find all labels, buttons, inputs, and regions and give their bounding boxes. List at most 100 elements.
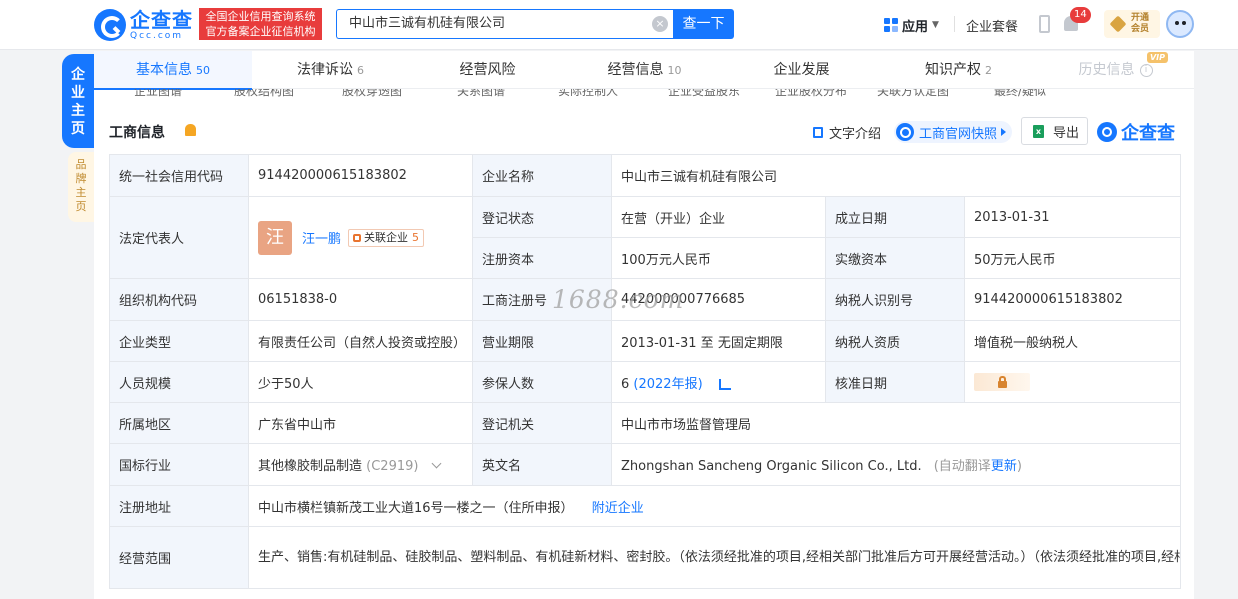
table-row: 国标行业 其他橡胶制品制造 (C2919) 英文名 Zhongshan Sanc… — [109, 443, 1182, 486]
status-label: 登记状态 — [472, 196, 612, 238]
vip-membership-button[interactable]: 开通 会员 — [1104, 10, 1160, 38]
tab-ip[interactable]: 知识产权 2 — [880, 51, 1037, 89]
tab-history[interactable]: VIP 历史信息 i — [1037, 51, 1194, 89]
user-avatar[interactable] — [1166, 10, 1194, 38]
chart-icon[interactable] — [718, 378, 731, 390]
subnav-item[interactable]: 关联方认定图 — [877, 89, 949, 97]
excel-icon: x — [1033, 124, 1044, 138]
subnav-item[interactable]: 最终/疑似 — [994, 89, 1046, 97]
status-value: 在营（开业）企业 — [611, 196, 826, 238]
reg-capital-value: 100万元人民币 — [611, 237, 826, 279]
chevron-down-icon[interactable] — [431, 458, 442, 469]
logo-domain: Qcc.com — [130, 30, 184, 41]
tab-development[interactable]: 企业发展 — [723, 51, 880, 89]
uscc-value: 914420000615183802 — [248, 154, 473, 197]
official-tagline: 全国企业信用查询系统 官方备案企业征信机构 — [199, 8, 322, 40]
subnav-item[interactable]: 企业股权分布 — [775, 89, 847, 97]
industry-code: (C2919) — [366, 459, 419, 474]
table-row: 所属地区 广东省中山市 登记机关 中山市市场监督管理局 — [109, 402, 1182, 444]
qcc-logo[interactable]: 企查查 Qcc.com — [94, 8, 193, 42]
graph-subnav: 企业图谱 股权结构图 股权穿透图 关系图谱 实际控制人 企业受益股东 企业股权分… — [94, 89, 1194, 97]
search-button[interactable]: 查一下 — [673, 9, 734, 39]
top-header: 企查查 Qcc.com 全国企业信用查询系统 官方备案企业征信机构 中山市三诚有… — [0, 0, 1238, 50]
reg-capital-label: 注册资本 — [472, 237, 612, 279]
export-button[interactable]: x 导出 — [1021, 117, 1088, 145]
uscc-label: 统一社会信用代码 — [109, 154, 249, 197]
company-name-label: 企业名称 — [472, 154, 612, 197]
insured-value: 6 — [621, 376, 630, 392]
translate-update-link[interactable]: 更新 — [991, 459, 1017, 474]
brand-home-tab[interactable]: 品牌主页 — [68, 152, 94, 222]
business-term-value: 2013-01-31 至 无固定期限 — [611, 320, 826, 362]
legal-rep-cell: 汪 汪一鹏 关联企业 5 — [248, 196, 473, 279]
logo-name: 企查查 — [130, 7, 193, 32]
caret-down-icon: ▼ — [932, 20, 939, 30]
insured-cell: 6 (2022年报) — [611, 361, 826, 403]
search-input-value: 中山市三诚有机硅有限公司 — [349, 16, 506, 31]
table-row: 人员规模 少于50人 参保人数 6 (2022年报) 核准日期 — [109, 361, 1182, 403]
industry-cell[interactable]: 其他橡胶制品制造 (C2919) — [248, 443, 473, 486]
subnav-item[interactable]: 企业图谱 — [134, 89, 182, 97]
company-home-tab-label: 企业主页 — [71, 67, 85, 137]
vip-locked-value[interactable] — [974, 373, 1030, 391]
link-icon — [353, 233, 362, 242]
lock-icon — [997, 375, 1007, 388]
search-input[interactable]: 中山市三诚有机硅有限公司 × — [336, 9, 674, 39]
subnav-item[interactable]: 企业受益股东 — [668, 89, 740, 97]
industry-value: 其他橡胶制品制造 — [258, 459, 363, 474]
table-row: 法定代表人 汪 汪一鹏 关联企业 5 登记状态 在营（开业）企业 成立日期 201… — [109, 196, 1182, 279]
subnav-item[interactable]: 股权结构图 — [234, 89, 294, 97]
paid-capital-label: 实缴资本 — [825, 237, 965, 279]
clear-icon[interactable]: × — [652, 16, 668, 32]
related-companies-tag[interactable]: 关联企业 5 — [348, 228, 425, 247]
watermark: 1688.com — [552, 285, 685, 314]
vip-badge: VIP — [1146, 52, 1168, 63]
founded-value: 2013-01-31 — [963, 196, 1182, 238]
company-name-value: 中山市三诚有机硅有限公司 — [610, 154, 1182, 197]
english-name-label: 英文名 — [472, 443, 612, 486]
tab-operation-risk[interactable]: 经营风险 — [409, 51, 566, 89]
staff-size-value: 少于50人 — [248, 361, 473, 403]
subnav-item[interactable]: 股权穿透图 — [342, 89, 402, 97]
insured-year-link[interactable]: (2022年报) — [633, 377, 702, 392]
english-name-value: Zhongshan Sancheng Organic Silicon Co., … — [621, 459, 922, 474]
subnav-item[interactable]: 实际控制人 — [558, 89, 618, 97]
mobile-phone-icon[interactable] — [1039, 15, 1050, 33]
section-title: 工商信息 — [109, 125, 165, 141]
business-term-label: 营业期限 — [472, 320, 612, 362]
company-home-tab[interactable]: 企业主页 — [62, 54, 94, 148]
qcc-brand-mark: 企查查 — [1097, 119, 1175, 145]
org-code-label: 组织机构代码 — [109, 278, 249, 321]
subnav-item[interactable]: 关系图谱 — [457, 89, 505, 97]
paid-capital-value: 50万元人民币 — [963, 237, 1182, 279]
official-snapshot-button[interactable]: 工商官网快照 — [894, 121, 1013, 143]
insured-label: 参保人数 — [472, 361, 612, 403]
authority-label: 登记机关 — [472, 402, 612, 444]
nearby-companies-link[interactable]: 附近企业 — [592, 501, 644, 516]
text-intro-button[interactable]: 文字介绍 — [813, 123, 881, 142]
subscribe-bell-icon[interactable] — [185, 124, 196, 136]
approval-date-label: 核准日期 — [825, 361, 965, 403]
english-name-cell: Zhongshan Sancheng Organic Silicon Co., … — [610, 443, 1182, 486]
snapshot-icon — [896, 123, 914, 141]
brand-home-tab-label: 品牌主页 — [75, 158, 87, 213]
approval-date-cell — [963, 361, 1182, 403]
document-icon — [813, 127, 823, 138]
tab-legal[interactable]: 法律诉讼 6 — [252, 51, 409, 89]
apps-menu[interactable]: 应用 ▼ — [884, 14, 939, 36]
taxpayer-qual-label: 纳税人资质 — [825, 320, 965, 362]
legal-rep-name-link[interactable]: 汪一鹏 — [302, 228, 341, 247]
region-label: 所属地区 — [109, 402, 249, 444]
table-row: 企业类型 有限责任公司（自然人投资或控股） 营业期限 2013-01-31 至 … — [109, 320, 1182, 362]
apps-menu-label: 应用 — [902, 19, 929, 35]
tab-operation-info[interactable]: 经营信息 10 — [566, 51, 723, 89]
legal-rep-avatar[interactable]: 汪 — [258, 220, 292, 255]
vip-heart-icon — [1109, 15, 1127, 33]
table-row: 经营范围 生产、销售:有机硅制品、硅胶制品、塑料制品、有机硅新材料、密封胶。（依… — [109, 526, 1182, 589]
enterprise-package-link[interactable]: 企业套餐 — [966, 16, 1018, 35]
company-type-value: 有限责任公司（自然人投资或控股） — [248, 320, 473, 362]
founded-label: 成立日期 — [825, 196, 965, 238]
region-value: 广东省中山市 — [248, 402, 473, 444]
tab-basic-info[interactable]: 基本信息 50 — [94, 51, 252, 90]
company-type-label: 企业类型 — [109, 320, 249, 362]
